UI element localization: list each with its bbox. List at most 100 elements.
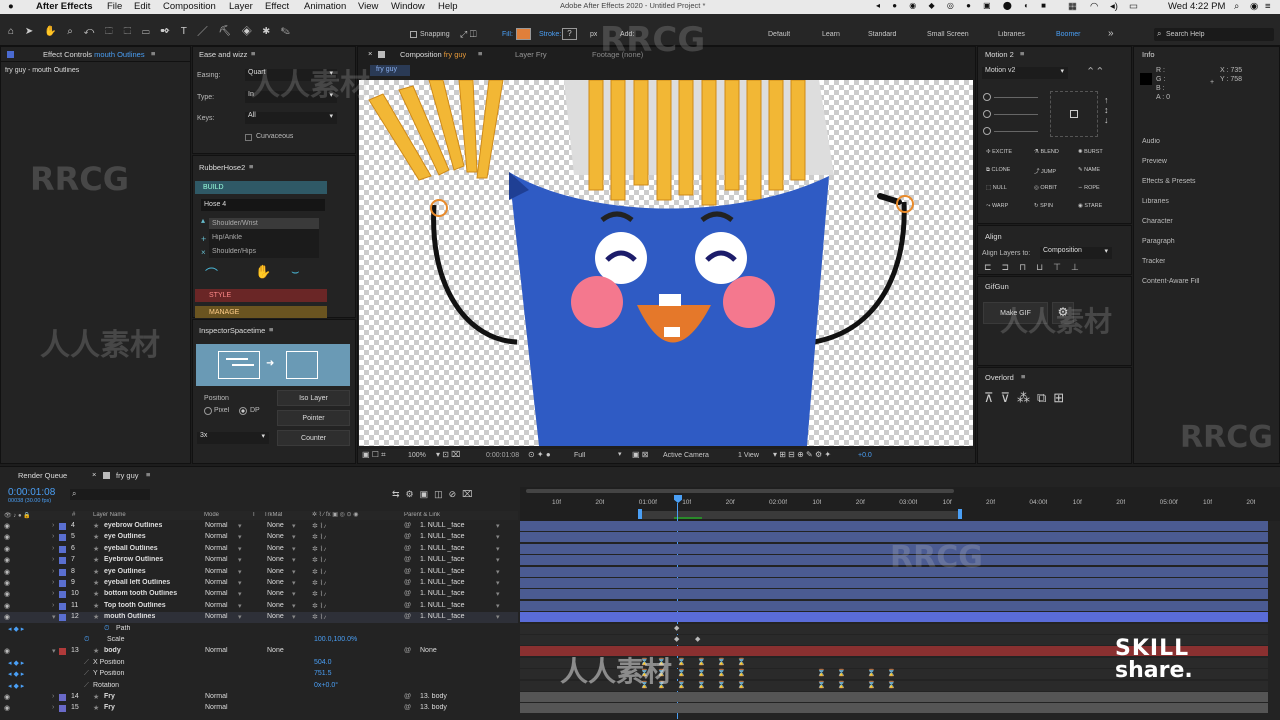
clone-button[interactable]: ⧉ CLONE xyxy=(986,167,1010,174)
label-color-swatch[interactable] xyxy=(59,694,66,701)
chevron-down-icon[interactable]: ▾ xyxy=(238,613,242,621)
trkmat-select[interactable]: None xyxy=(267,590,284,597)
more-workspaces-icon[interactable]: » xyxy=(1108,28,1114,39)
parent-select[interactable]: 1. NULL _face xyxy=(420,590,465,597)
label-color-swatch[interactable] xyxy=(59,523,66,530)
battery-icon[interactable]: ▭ xyxy=(1129,1,1138,12)
chevron-down-icon[interactable]: ▾ xyxy=(292,613,296,621)
chevron-down-icon[interactable]: ▾ xyxy=(292,579,296,587)
menu-effect[interactable]: Effect xyxy=(265,1,289,12)
resolution-select[interactable]: Full xyxy=(574,452,585,459)
motion-title[interactable]: Motion 2 xyxy=(985,50,1014,59)
panel-menu-icon[interactable]: ≡ xyxy=(1020,49,1024,58)
menu-help[interactable]: Help xyxy=(438,1,458,12)
comp-viewer[interactable] xyxy=(359,80,973,446)
pickwhip-icon[interactable]: @ xyxy=(404,590,411,597)
menu-file[interactable]: File xyxy=(107,1,122,12)
layer-row[interactable]: ◉ ▾ 12 ★ mouth Outlines Normal ▾ None ▾ ✲ ⌇ ∕ @1. … xyxy=(0,612,518,624)
menu-list-icon[interactable]: ≡ xyxy=(1265,1,1271,12)
stopwatch-icon[interactable]: ⏱ xyxy=(104,625,109,633)
label-color-swatch[interactable] xyxy=(59,591,66,599)
trkmat-select[interactable]: None xyxy=(267,647,284,654)
hose-name-field[interactable]: Hose 4 xyxy=(201,199,325,211)
visibility-eye-icon[interactable]: ◉ xyxy=(4,568,10,576)
parent-select[interactable]: 1. NULL _face xyxy=(420,545,465,552)
label-color-swatch[interactable] xyxy=(59,614,66,622)
expand-chevron-icon[interactable]: › xyxy=(52,556,54,563)
expand-chevron-icon[interactable]: › xyxy=(52,579,54,586)
range-end-handle[interactable] xyxy=(958,509,962,519)
pickwhip-icon[interactable]: @ xyxy=(404,545,411,552)
chevron-down-icon[interactable]: ▾ xyxy=(496,522,500,530)
panel-menu-icon[interactable]: ≡ xyxy=(1021,372,1025,381)
slider-knob[interactable] xyxy=(983,127,991,135)
layer-switches[interactable]: ✲ ⌇ ∕ xyxy=(312,568,326,576)
panel-menu-icon[interactable]: ≡ xyxy=(478,49,482,58)
layer-mode-select[interactable]: Normal xyxy=(205,522,228,529)
label-color-swatch[interactable] xyxy=(59,568,66,576)
label-color-swatch[interactable] xyxy=(59,534,66,542)
layer-name[interactable]: Eyebrow Outlines xyxy=(104,556,163,563)
visibility-eye-icon[interactable]: ◉ xyxy=(4,533,10,541)
layer-row[interactable]: ◉ › 8 ★ eye Outlines Normal ▾ None ▾ ✲ ⌇ ∕ @1. NUL… xyxy=(0,567,518,578)
chevron-down-icon[interactable]: ▾ xyxy=(238,533,242,541)
property-row-path[interactable]: ◂ ◆ ▸ ⏱ Path xyxy=(0,624,518,635)
fill-label[interactable]: Fill: xyxy=(502,31,513,38)
keyframe[interactable]: ⌛ xyxy=(697,669,706,677)
parent-select[interactable]: 13. body xyxy=(420,704,447,711)
time-ruler[interactable]: 10f 20f 01:00f 10f 20f 02:00f 10f 20f 03:00f 10f 2… xyxy=(520,487,1280,521)
pickwhip-icon[interactable]: @ xyxy=(404,704,411,711)
snapshot-icons[interactable]: ⊙ ✦ ● xyxy=(528,450,551,459)
menu-composition[interactable]: Composition xyxy=(163,1,216,12)
layer-switches[interactable]: ✲ ⌇ ∕ xyxy=(312,556,326,564)
layer-duration-bar[interactable] xyxy=(520,703,1268,714)
app-menu[interactable]: After Effects xyxy=(36,1,93,12)
workspace-boomer[interactable]: Boomer xyxy=(1056,31,1081,38)
work-area-bar[interactable] xyxy=(526,489,954,493)
warp-button[interactable]: ⤳ WARP xyxy=(986,203,1008,210)
visibility-eye-icon[interactable]: ◉ xyxy=(4,522,10,530)
layer-switches[interactable]: ✲ ⌇ ∕ xyxy=(312,613,326,621)
visibility-eye-icon[interactable]: ◉ xyxy=(4,579,10,587)
expand-chevron-icon[interactable]: › xyxy=(52,533,54,540)
expand-chevron-icon[interactable]: › xyxy=(52,522,54,529)
layer-mode-select[interactable]: Normal xyxy=(205,568,228,575)
workspace-small-screen[interactable]: Small Screen xyxy=(927,31,969,38)
expand-chevron-icon[interactable]: › xyxy=(52,590,54,597)
camera-select[interactable]: Active Camera xyxy=(663,452,709,459)
menu-window[interactable]: Window xyxy=(391,1,425,12)
timeline-switches-icons[interactable]: ⇆⚙▣◫⊘⌧ xyxy=(392,489,479,500)
snap-icons[interactable]: ⤢ ◫ xyxy=(460,29,477,40)
blend-button[interactable]: ⚗ BLEND xyxy=(1034,149,1059,155)
panel-menu-icon[interactable]: ≡ xyxy=(269,325,273,334)
ease-wizz-title[interactable]: Ease and wizz xyxy=(199,50,247,59)
chevron-down-icon[interactable]: ▾ xyxy=(292,533,296,541)
paragraph-panel-tab[interactable]: Paragraph xyxy=(1142,238,1175,245)
remove-icon[interactable]: × xyxy=(201,248,206,257)
property-row[interactable]: ◂ ◆ ▸ ⟋ Y Position 751.5 xyxy=(0,669,518,680)
tracker-panel-tab[interactable]: Tracker xyxy=(1142,258,1165,265)
libraries-panel-tab[interactable]: Libraries xyxy=(1142,198,1169,205)
clock[interactable]: Wed 4:22 PM xyxy=(1168,1,1225,12)
keyframe[interactable]: ⌛ xyxy=(717,658,726,666)
layer-switches[interactable]: ✲ ⌇ ∕ xyxy=(312,522,326,530)
trkmat-select[interactable]: None xyxy=(267,613,284,620)
layer-duration-bar[interactable] xyxy=(520,612,1268,623)
trkmat-select[interactable]: None xyxy=(267,568,284,575)
layer-row[interactable]: ◉ › 11 ★ Top tooth Outlines Normal ▾ None ▾ ✲ ⌇ ∕… xyxy=(0,601,518,612)
comp-breadcrumb[interactable]: fry guy xyxy=(370,65,410,76)
layer-search-input[interactable]: ⌕ xyxy=(70,489,150,500)
zoom-select[interactable]: 100% xyxy=(408,452,426,459)
build-section[interactable]: BUILD xyxy=(195,181,327,194)
keyframe[interactable]: ⌛ xyxy=(837,681,846,689)
menu-animation[interactable]: Animation xyxy=(304,1,346,12)
layer-mode-select[interactable]: Normal xyxy=(205,602,228,609)
region-icons[interactable]: ▣ ⊠ xyxy=(632,450,648,459)
counter-button[interactable]: Counter xyxy=(277,430,350,446)
parent-select[interactable]: 1. NULL _face xyxy=(420,568,465,575)
chevron-down-icon[interactable]: ▾ xyxy=(496,533,500,541)
trkmat-select[interactable]: None xyxy=(267,556,284,563)
inspector-title[interactable]: InspectorSpacetime xyxy=(199,326,265,335)
rig-list[interactable]: Shoulder/Wrist Hip/Ankle Shoulder/Hips xyxy=(209,218,319,258)
hose-leg-icon[interactable]: ⌣ xyxy=(291,264,300,280)
